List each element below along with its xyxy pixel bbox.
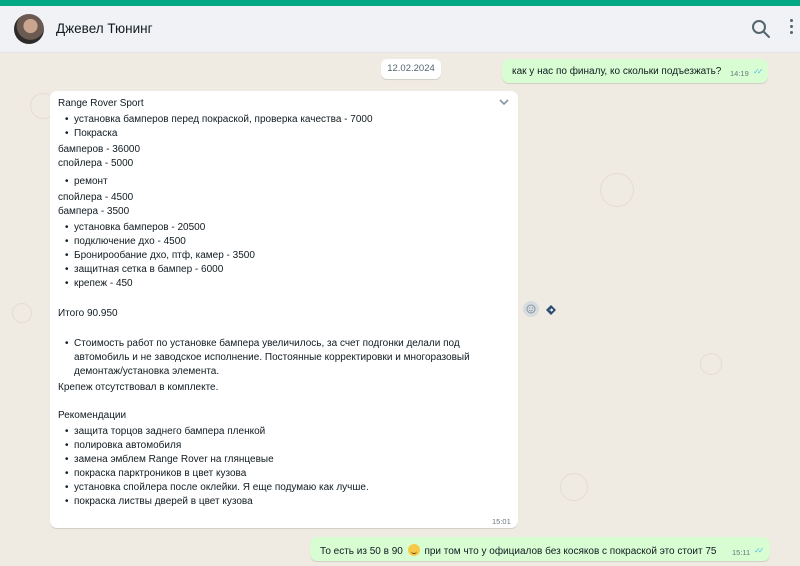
text-line: бампера - 3500: [58, 206, 130, 217]
forward-icon[interactable]: [545, 303, 557, 315]
kebab-menu-icon[interactable]: [786, 19, 796, 41]
message-text: как у нас по финалу, ко скольки подъезжа…: [512, 66, 722, 77]
list-item: подключение дхо - 4500: [65, 236, 186, 247]
list-item: покраска листвы дверей в цвет кузова: [65, 496, 253, 507]
grinning-sweat-emoji-icon: [407, 544, 420, 556]
text-line: спойлера - 4500: [58, 192, 134, 203]
list-item: Стоимость работ по установке бампера уве…: [65, 338, 460, 349]
message-text-part: при том что у официалов без косяков с по…: [424, 546, 717, 557]
wallpaper-doodle: [560, 473, 588, 501]
incoming-message[interactable]: Range Rover Sport установка бамперов пер…: [50, 91, 518, 528]
message-list[interactable]: 12.02.2024 как у нас по финалу, ко сколь…: [0, 53, 800, 566]
list-item: ремонт: [65, 176, 108, 187]
total-line: Итого 90.950: [58, 308, 118, 319]
list-item: полировка автомобиля: [65, 440, 181, 451]
chevron-down-icon[interactable]: [498, 97, 510, 107]
message-text-part: То есть из 50 в 90: [320, 546, 403, 557]
wallpaper-doodle: [12, 303, 32, 323]
list-item: покраска парктроников в цвет кузова: [65, 468, 246, 479]
message-time: 14:19: [730, 69, 749, 78]
list-item: установка спойлера после оклейки. Я еще …: [65, 482, 369, 493]
wallpaper-doodle: [600, 173, 634, 207]
search-icon[interactable]: [750, 18, 772, 40]
section-heading: Рекомендации: [58, 410, 127, 421]
date-separator: 12.02.2024: [381, 59, 441, 79]
list-item: Бронирообание дхо, птф, камер - 3500: [65, 250, 255, 261]
text-line: демонтаж/установка элемента.: [74, 366, 220, 377]
outgoing-message[interactable]: как у нас по финалу, ко скольки подъезжа…: [502, 59, 768, 83]
message-time: 15:11: [732, 548, 751, 557]
text-line: спойлера - 5000: [58, 158, 134, 169]
contact-name[interactable]: Джевел Тюнинг: [56, 21, 153, 36]
wallpaper-doodle: [700, 353, 722, 375]
contact-avatar[interactable]: [14, 14, 44, 44]
emoji-reaction-icon[interactable]: [523, 301, 539, 317]
list-item: крепеж - 450: [65, 278, 133, 289]
list-item: Покраска: [65, 128, 117, 139]
message-text: То есть из 50 в 90 при том что у официал…: [320, 544, 716, 557]
text-line: Крепеж отсутствовал в комплекте.: [58, 382, 219, 393]
text-line: бамперов - 36000: [58, 144, 141, 155]
read-ticks-icon: ✓✓: [753, 67, 764, 76]
text-line: автомобиль и не заводское исполнение. По…: [74, 352, 470, 363]
list-item: установка бамперов - 20500: [65, 222, 205, 233]
chat-header: Джевел Тюнинг: [0, 6, 800, 53]
message-title: Range Rover Sport: [58, 98, 144, 109]
list-item: замена эмблем Range Rover на глянцевые: [65, 454, 274, 465]
list-item: защитная сетка в бампер - 6000: [65, 264, 223, 275]
list-item: установка бамперов перед покраской, пров…: [65, 114, 373, 125]
outgoing-message[interactable]: То есть из 50 в 90 при том что у официал…: [310, 537, 770, 561]
list-item: защита торцов заднего бампера пленкой: [65, 426, 265, 437]
message-time: 15:01: [492, 517, 511, 526]
read-ticks-icon: ✓✓: [754, 546, 765, 555]
